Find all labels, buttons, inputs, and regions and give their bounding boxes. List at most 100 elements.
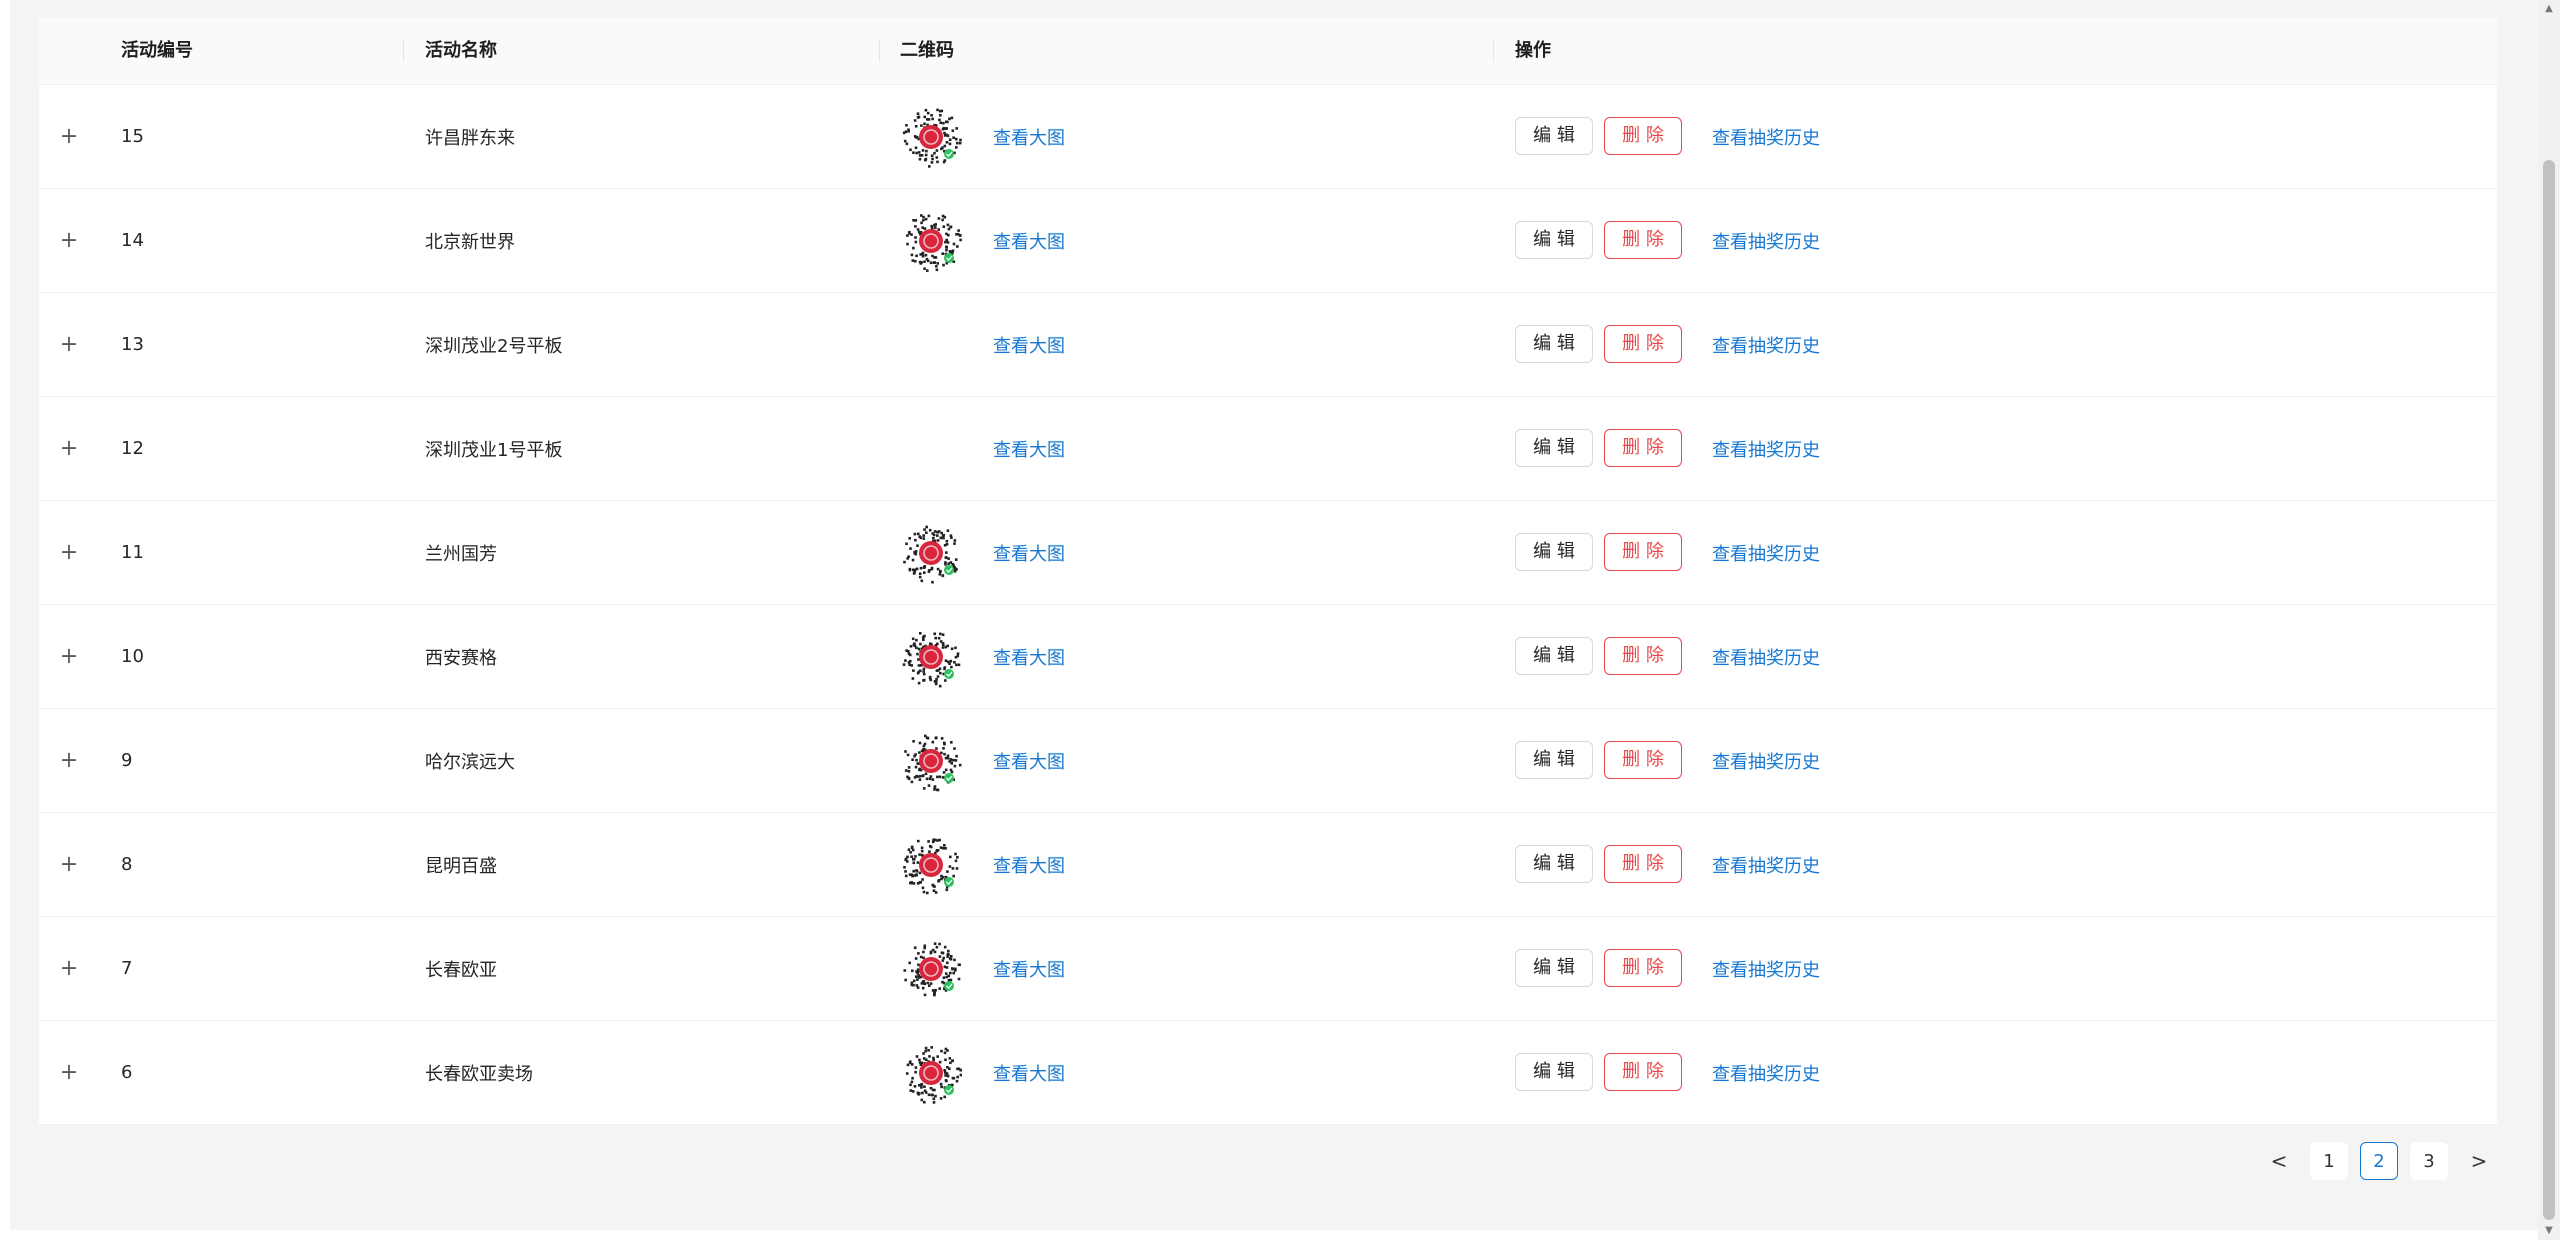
delete-button[interactable]: 删 除 xyxy=(1604,429,1682,467)
view-lottery-history-link[interactable]: 查看抽奖历史 xyxy=(1712,1021,1820,1124)
header-separator xyxy=(1493,40,1494,62)
view-large-image-link[interactable]: 查看大图 xyxy=(993,293,1065,396)
activity-name-cell: 长春欧亚卖场 xyxy=(425,1063,533,1085)
header-separator xyxy=(403,40,404,62)
qrcode-image xyxy=(900,709,962,812)
table-row: +10 西安赛格 查看大图 编 辑删 除查看抽奖历史 xyxy=(39,605,2497,709)
pagination-page-2[interactable]: 2 xyxy=(2360,1142,2398,1180)
expand-row-icon[interactable]: + xyxy=(57,293,81,396)
delete-button[interactable]: 删 除 xyxy=(1604,533,1682,571)
expand-row-icon[interactable]: + xyxy=(57,85,81,188)
pagination-page-3[interactable]: 3 xyxy=(2410,1142,2448,1180)
edit-button[interactable]: 编 辑 xyxy=(1515,845,1593,883)
edit-button[interactable]: 编 辑 xyxy=(1515,429,1593,467)
activity-id-cell: 12 xyxy=(121,438,144,459)
qrcode-image xyxy=(900,1021,962,1124)
table-row: +15 许昌胖东来 查看大图 编 辑删 除查看抽奖历史 xyxy=(39,85,2497,189)
activity-id-cell: 13 xyxy=(121,334,144,355)
edit-button[interactable]: 编 辑 xyxy=(1515,221,1593,259)
table-row: +6 长春欧亚卖场 查看大图 编 辑删 除查看抽奖历史 xyxy=(39,1021,2497,1125)
qrcode-image xyxy=(900,189,962,292)
pagination-page-1[interactable]: 1 xyxy=(2310,1142,2348,1180)
edit-button[interactable]: 编 辑 xyxy=(1515,533,1593,571)
activity-id-cell: 14 xyxy=(121,230,144,251)
table-body: +15 许昌胖东来 查看大图编 辑删 除查看抽奖历史 +14 北京新世界 查看大图编 辑删… xyxy=(39,85,2497,1125)
edit-button[interactable]: 编 辑 xyxy=(1515,741,1593,779)
scroll-down-arrow-icon[interactable]: ▼ xyxy=(2538,1222,2560,1240)
table-row: +13 深圳茂业2号平板 查看大图 编 辑删 除查看抽奖历史 xyxy=(39,293,2497,397)
table-header: 活动编号 活动名称 二维码 操作 xyxy=(39,18,2497,85)
header-qrcode: 二维码 xyxy=(900,40,954,61)
qrcode-image xyxy=(900,605,962,708)
table-row: +7 长春欧亚 查看大图 编 辑删 除查看抽奖历史 xyxy=(39,917,2497,1021)
view-large-image-link[interactable]: 查看大图 xyxy=(993,709,1065,812)
view-large-image-link[interactable]: 查看大图 xyxy=(993,605,1065,708)
delete-button[interactable]: 删 除 xyxy=(1604,1053,1682,1091)
activity-id-cell: 8 xyxy=(121,854,133,875)
edit-button[interactable]: 编 辑 xyxy=(1515,1053,1593,1091)
qrcode-image xyxy=(900,813,962,916)
header-separator xyxy=(879,40,880,62)
edit-button[interactable]: 编 辑 xyxy=(1515,637,1593,675)
view-lottery-history-link[interactable]: 查看抽奖历史 xyxy=(1712,917,1820,1020)
pagination-prev-button[interactable]: < xyxy=(2260,1142,2298,1180)
activity-name-cell: 昆明百盛 xyxy=(425,855,497,877)
delete-button[interactable]: 删 除 xyxy=(1604,845,1682,883)
view-large-image-link[interactable]: 查看大图 xyxy=(993,189,1065,292)
table-row: +14 北京新世界 查看大图 编 辑删 除查看抽奖历史 xyxy=(39,189,2497,293)
edit-button[interactable]: 编 辑 xyxy=(1515,949,1593,987)
header-activity-name: 活动名称 xyxy=(425,40,497,61)
qrcode-image xyxy=(900,917,962,1020)
view-lottery-history-link[interactable]: 查看抽奖历史 xyxy=(1712,293,1820,396)
activity-name-cell: 西安赛格 xyxy=(425,647,497,669)
delete-button[interactable]: 删 除 xyxy=(1604,117,1682,155)
edit-button[interactable]: 编 辑 xyxy=(1515,325,1593,363)
edit-button[interactable]: 编 辑 xyxy=(1515,117,1593,155)
view-lottery-history-link[interactable]: 查看抽奖历史 xyxy=(1712,189,1820,292)
activity-name-cell: 兰州国芳 xyxy=(425,543,497,565)
delete-button[interactable]: 删 除 xyxy=(1604,741,1682,779)
activity-id-cell: 6 xyxy=(121,1062,133,1083)
view-lottery-history-link[interactable]: 查看抽奖历史 xyxy=(1712,397,1820,500)
expand-row-icon[interactable]: + xyxy=(57,397,81,500)
expand-row-icon[interactable]: + xyxy=(57,189,81,292)
view-lottery-history-link[interactable]: 查看抽奖历史 xyxy=(1712,813,1820,916)
expand-row-icon[interactable]: + xyxy=(57,917,81,1020)
delete-button[interactable]: 删 除 xyxy=(1604,637,1682,675)
expand-row-icon[interactable]: + xyxy=(57,709,81,812)
scroll-up-arrow-icon[interactable]: ▲ xyxy=(2538,0,2560,18)
activity-name-cell: 许昌胖东来 xyxy=(425,127,515,149)
view-large-image-link[interactable]: 查看大图 xyxy=(993,397,1065,500)
vertical-scrollbar[interactable]: ▲ ▼ xyxy=(2538,0,2560,1240)
delete-button[interactable]: 删 除 xyxy=(1604,949,1682,987)
view-large-image-link[interactable]: 查看大图 xyxy=(993,501,1065,604)
activity-id-cell: 10 xyxy=(121,646,144,667)
view-lottery-history-link[interactable]: 查看抽奖历史 xyxy=(1712,709,1820,812)
expand-row-icon[interactable]: + xyxy=(57,1021,81,1124)
delete-button[interactable]: 删 除 xyxy=(1604,325,1682,363)
view-lottery-history-link[interactable]: 查看抽奖历史 xyxy=(1712,85,1820,188)
view-large-image-link[interactable]: 查看大图 xyxy=(993,1021,1065,1124)
pagination-pages: 123 xyxy=(2310,1142,2448,1180)
pagination-next-button[interactable]: > xyxy=(2460,1142,2498,1180)
view-lottery-history-link[interactable]: 查看抽奖历史 xyxy=(1712,605,1820,708)
delete-button[interactable]: 删 除 xyxy=(1604,221,1682,259)
table-row: +12 深圳茂业1号平板 查看大图 编 辑删 除查看抽奖历史 xyxy=(39,397,2497,501)
expand-row-icon[interactable]: + xyxy=(57,605,81,708)
activity-name-cell: 北京新世界 xyxy=(425,231,515,253)
expand-row-icon[interactable]: + xyxy=(57,501,81,604)
activity-name-cell: 长春欧亚 xyxy=(425,959,497,981)
view-large-image-link[interactable]: 查看大图 xyxy=(993,917,1065,1020)
activity-name-cell: 深圳茂业2号平板 xyxy=(425,335,563,357)
scrollbar-thumb[interactable] xyxy=(2543,160,2555,1220)
view-large-image-link[interactable]: 查看大图 xyxy=(993,85,1065,188)
qrcode-image xyxy=(900,501,962,604)
activity-id-cell: 15 xyxy=(121,126,144,147)
table-row: +9 哈尔滨远大 查看大图 编 辑删 除查看抽奖历史 xyxy=(39,709,2497,813)
view-large-image-link[interactable]: 查看大图 xyxy=(993,813,1065,916)
activity-id-cell: 11 xyxy=(121,542,144,563)
table-row: +8 昆明百盛 查看大图 编 辑删 除查看抽奖历史 xyxy=(39,813,2497,917)
view-lottery-history-link[interactable]: 查看抽奖历史 xyxy=(1712,501,1820,604)
activity-name-cell: 深圳茂业1号平板 xyxy=(425,439,563,461)
expand-row-icon[interactable]: + xyxy=(57,813,81,916)
